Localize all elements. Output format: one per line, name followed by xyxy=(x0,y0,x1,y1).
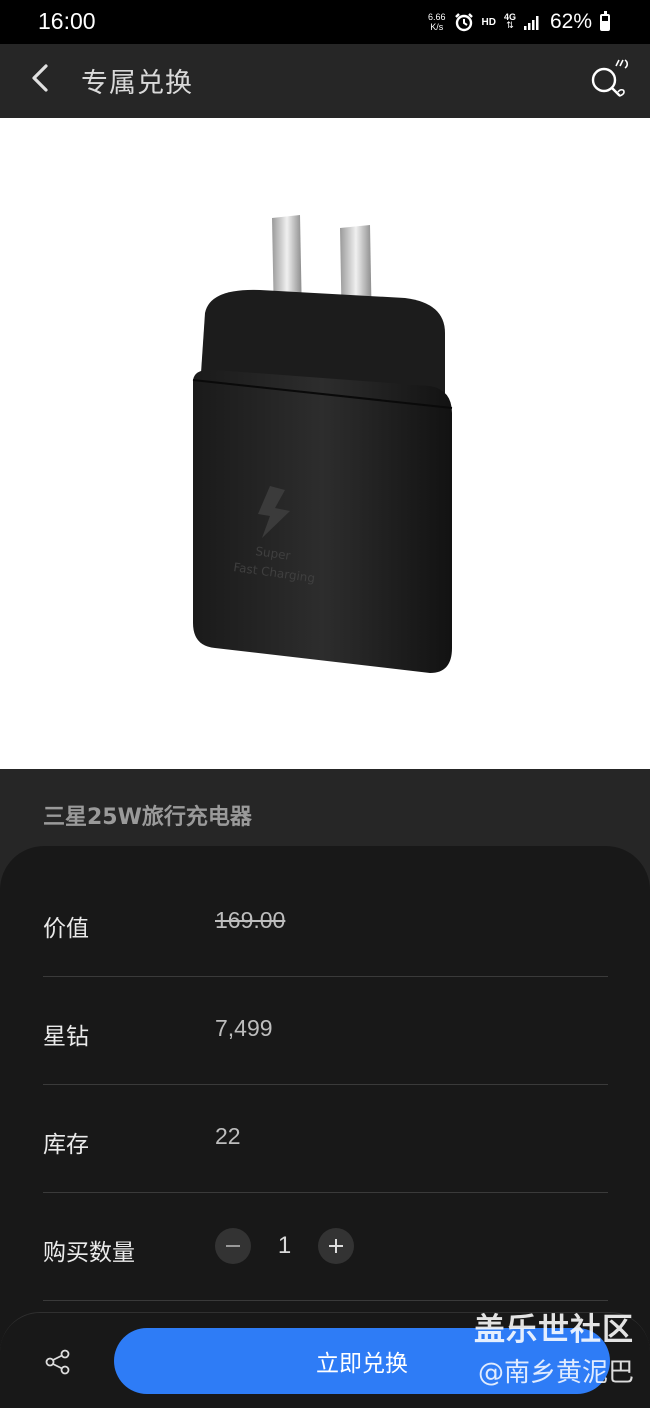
hd-indicator: HD xyxy=(481,16,496,28)
network-indicator: 4G ⇅ xyxy=(503,12,516,31)
search-scan-icon[interactable] xyxy=(586,56,632,102)
quantity-label: 购买数量 xyxy=(43,1240,135,1266)
status-bar: 16:00 6.66 K/s HD 4G ⇅ 62% xyxy=(0,0,650,44)
value-amount: 169.00 xyxy=(215,907,286,933)
stars-label: 星钻 xyxy=(43,1024,89,1050)
value-row: 价值 169.00 xyxy=(43,869,608,977)
battery-percent: 62% xyxy=(549,10,592,33)
chevron-left-icon[interactable] xyxy=(24,58,64,98)
signal-icon xyxy=(523,16,539,30)
stock-amount: 22 xyxy=(215,1123,241,1149)
share-icon[interactable] xyxy=(44,1348,72,1376)
status-icons: 6.66 K/s HD 4G ⇅ 62% xyxy=(428,10,610,34)
charger-illustration: Super Fast Charging xyxy=(192,215,453,673)
product-name: 三星25W旅行充电器 xyxy=(43,805,252,830)
stock-row: 库存 22 xyxy=(43,1085,608,1193)
quantity-value: 1 xyxy=(277,1232,292,1259)
battery-icon xyxy=(600,10,610,31)
status-time: 16:00 xyxy=(38,8,96,34)
net-speed: 6.66 K/s xyxy=(427,12,446,32)
value-label: 价值 xyxy=(43,916,89,942)
minus-icon xyxy=(226,1245,240,1247)
decrease-button[interactable] xyxy=(215,1228,251,1264)
increase-button[interactable] xyxy=(318,1228,354,1264)
watermark-community: 盖乐世社区 xyxy=(474,1312,634,1348)
stock-label: 库存 xyxy=(43,1132,89,1158)
plus-icon xyxy=(329,1239,343,1253)
alarm-icon xyxy=(454,13,473,32)
page-title: 专属兑换 xyxy=(81,68,193,99)
app-header: 专属兑换 xyxy=(0,44,650,118)
stars-amount: 7,499 xyxy=(215,1015,273,1041)
stars-row: 星钻 7,499 xyxy=(43,977,608,1085)
quantity-stepper: 1 xyxy=(215,1228,354,1264)
watermark-author: @南乡黄泥巴 xyxy=(477,1358,634,1388)
quantity-row: 购买数量 1 xyxy=(43,1193,608,1301)
product-image: Super Fast Charging xyxy=(0,118,650,769)
